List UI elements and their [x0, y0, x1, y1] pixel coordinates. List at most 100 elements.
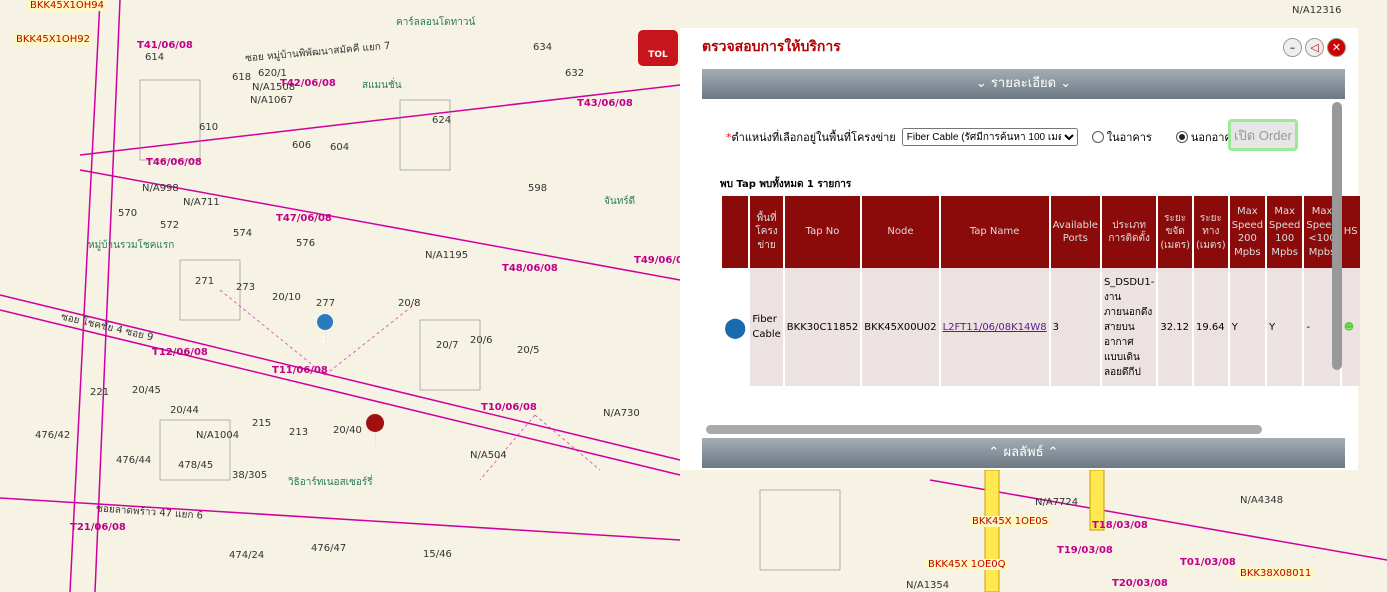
map-label: N/A12316	[1292, 5, 1342, 16]
results-toggle-bar[interactable]: ⌃ ผลลัพธ์ ⌃	[702, 438, 1345, 468]
map-label: T46/06/08	[146, 157, 202, 168]
map-label: 273	[236, 282, 256, 293]
chevron-down-icon: ⌄	[1060, 76, 1072, 91]
map-label: 20/10	[272, 292, 301, 303]
map-label: 221	[90, 387, 110, 398]
chevron-up-icon: ⌃	[1047, 445, 1059, 460]
details-label: รายละเอียด	[990, 76, 1057, 91]
map-label: N/A1354	[906, 580, 950, 591]
map-label: 271	[195, 276, 215, 287]
map-label: T19/03/08	[1057, 545, 1113, 556]
horizontal-scrollbar[interactable]	[706, 425, 1262, 434]
chevron-down-icon: ⌄	[975, 76, 991, 91]
map-label: N/A504	[470, 450, 507, 461]
poi-label[interactable]: สแมนชั่น	[362, 78, 402, 93]
map-label: N/A1067	[250, 95, 294, 106]
map-label: 20/40	[333, 425, 362, 436]
service-check-panel: ตรวจสอบการให้บริการ – ◁ ✕ ⌄ รายละเอียด ⌄…	[680, 28, 1360, 470]
map-label: 634	[533, 42, 553, 53]
back-button[interactable]: ◁	[1305, 38, 1324, 57]
map-label: 20/45	[132, 385, 161, 396]
panel-title: ตรวจสอบการให้บริการ	[702, 39, 841, 55]
map-label: BKK45X 1OE0Q	[926, 559, 1008, 570]
map-label: 574	[233, 228, 253, 239]
sort-by-distance[interactable]: ระยะทาง (เมตร)	[1194, 196, 1228, 268]
map-label: BKK45X 1OE0S	[970, 516, 1050, 527]
back-icon: ◁	[1310, 41, 1319, 54]
map-label: T18/03/08	[1092, 520, 1148, 531]
map-label: T10/06/08	[481, 402, 537, 413]
map-label: T01/03/08	[1180, 557, 1236, 568]
map-label: N/A1195	[425, 250, 469, 261]
map-label: 604	[330, 142, 350, 153]
map-label: BKK45X1OH94	[28, 0, 107, 11]
open-order-button[interactable]: เปิด Order	[1228, 119, 1298, 151]
map-label: T11/06/08	[272, 365, 328, 376]
map-label: 213	[289, 427, 309, 438]
poi-label[interactable]: วิธิอาร์ทเนอสเซอร์รี่	[288, 475, 373, 490]
table-row: ⬤ Fiber Cable BKK30C11852 BKK45X00U02 L2…	[722, 268, 1360, 386]
map-label: N/A1508	[252, 82, 296, 93]
map-label: 476/44	[116, 455, 152, 466]
minimize-button[interactable]: –	[1283, 38, 1302, 57]
poi-label[interactable]: คาร์ลลอนโดทาวน์	[396, 15, 475, 30]
map-label: N/A7724	[1035, 497, 1079, 508]
map-label: BKK38X08011	[1238, 568, 1314, 579]
minimize-icon: –	[1289, 41, 1296, 54]
details-toggle-bar[interactable]: ⌄ รายละเอียด ⌄	[702, 69, 1345, 99]
map-label: T47/06/08	[276, 213, 332, 224]
map-label: 20/8	[398, 298, 421, 309]
vertical-scrollbar[interactable]	[1332, 102, 1342, 370]
map-label: 624	[432, 115, 452, 126]
map-label: 610	[199, 122, 219, 133]
map-label: T48/06/08	[502, 263, 558, 274]
network-type-select[interactable]: Fiber Cable (รัศมีการค้นหา 100 เมตร)	[901, 128, 1078, 146]
map-label: 614	[145, 52, 165, 63]
map-label: T21/06/08	[70, 522, 126, 533]
map-label: 572	[160, 220, 180, 231]
map-label: 20/7	[436, 340, 459, 351]
pin-number: 1	[321, 335, 327, 344]
map-label: N/A711	[183, 197, 220, 208]
map-label: 476/47	[311, 543, 347, 554]
map-label: T43/06/08	[577, 98, 633, 109]
location-marker-icon[interactable]	[366, 414, 385, 455]
map-label: 215	[252, 418, 272, 429]
smiley-icon: ☻	[1341, 268, 1360, 386]
map-label: 620/1	[258, 68, 287, 79]
map-label: 598	[528, 183, 548, 194]
map-label: N/A730	[603, 408, 640, 419]
map-label: 38/305	[232, 470, 268, 481]
map-label: 20/5	[517, 345, 540, 356]
tol-button[interactable]: TOL	[638, 30, 678, 66]
map-label: 20/44	[170, 405, 199, 416]
poi-label[interactable]: จันทร์ดี	[604, 194, 635, 209]
map-pin-icon[interactable]	[317, 314, 334, 350]
map-label: N/A1004	[196, 430, 240, 441]
map-label: 476/42	[35, 430, 71, 441]
map-label: 474/24	[229, 550, 265, 561]
close-button[interactable]: ✕	[1327, 38, 1346, 57]
map-label: T20/03/08	[1112, 578, 1168, 589]
results-label: ผลลัพธ์	[1003, 445, 1044, 460]
map-label: T41/06/08	[137, 40, 193, 51]
map-label: T12/06/08	[152, 347, 208, 358]
map-label: 618	[232, 72, 252, 83]
tap-name-link[interactable]: L2FT11/06/08K14W8	[943, 322, 1047, 333]
map-label: BKK45X1OH92	[14, 34, 93, 45]
map-label: N/A4348	[1240, 495, 1284, 506]
close-icon: ✕	[1331, 41, 1342, 54]
chevron-up-icon: ⌃	[988, 445, 1004, 460]
poi-label[interactable]: หมู่บ้านรวมโชคแรก	[88, 238, 174, 253]
location-pin-icon[interactable]: ⬤	[722, 268, 749, 386]
map-label: 20/6	[470, 335, 493, 346]
map-label: 576	[296, 238, 316, 249]
map-label: 606	[292, 140, 312, 151]
tap-table: พื้นที่โครงข่าย Tap No Node Tap Name Ava…	[720, 196, 1362, 386]
map-label: 277	[316, 298, 336, 309]
filter-label: *ตำแหน่งที่เลือกอยู่ในพื้นที่โครงข่าย	[726, 131, 896, 144]
radio-inside-building[interactable]: ในอาคาร	[1091, 128, 1152, 146]
table-header: พื้นที่โครงข่าย Tap No Node Tap Name Ava…	[722, 196, 1360, 268]
map-label: 632	[565, 68, 585, 79]
result-count: พบ Tap พบทั้งหมด 1 รายการ	[720, 179, 852, 190]
